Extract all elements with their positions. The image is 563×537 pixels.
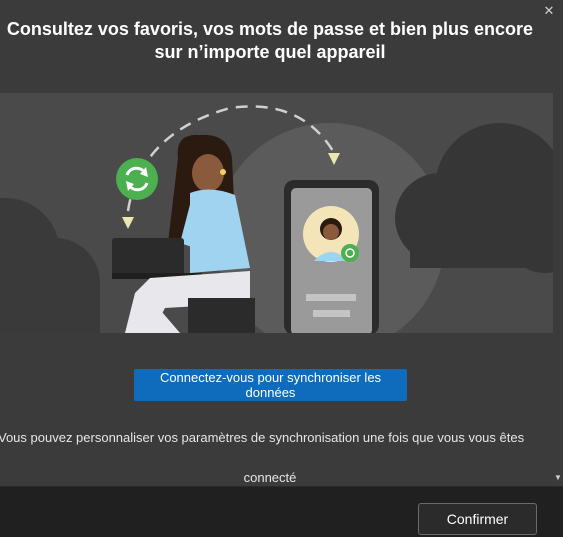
illustration-svg xyxy=(0,105,553,333)
sync-dialog: ✕ Consultez vos favoris, vos mots de pas… xyxy=(0,0,563,537)
sync-description-line-2: connecté xyxy=(243,470,297,485)
dialog-footer: Confirmer xyxy=(0,486,563,537)
scrollbar[interactable]: ▼ xyxy=(553,0,563,486)
sync-illustration xyxy=(0,93,553,333)
phone-illustration xyxy=(284,180,379,333)
title-line-2: sur n’importe quel appareil xyxy=(154,42,386,62)
left-cloud xyxy=(0,198,100,333)
dialog-title: Consultez vos favoris, vos mots de passe… xyxy=(0,18,540,64)
title-line-1: Consultez vos favoris, vos mots de passe… xyxy=(6,19,534,39)
sign-in-sync-button[interactable]: Connectez-vous pour synchroniser les don… xyxy=(134,369,407,401)
right-cloud xyxy=(395,123,553,273)
chevron-down-icon[interactable]: ▼ xyxy=(554,473,562,483)
sync-icon xyxy=(116,158,158,200)
arrow-left-icon xyxy=(122,217,134,229)
confirm-button[interactable]: Confirmer xyxy=(418,503,537,535)
sync-description-line-1: Vous pouvez personnaliser vos paramètres… xyxy=(0,430,525,445)
